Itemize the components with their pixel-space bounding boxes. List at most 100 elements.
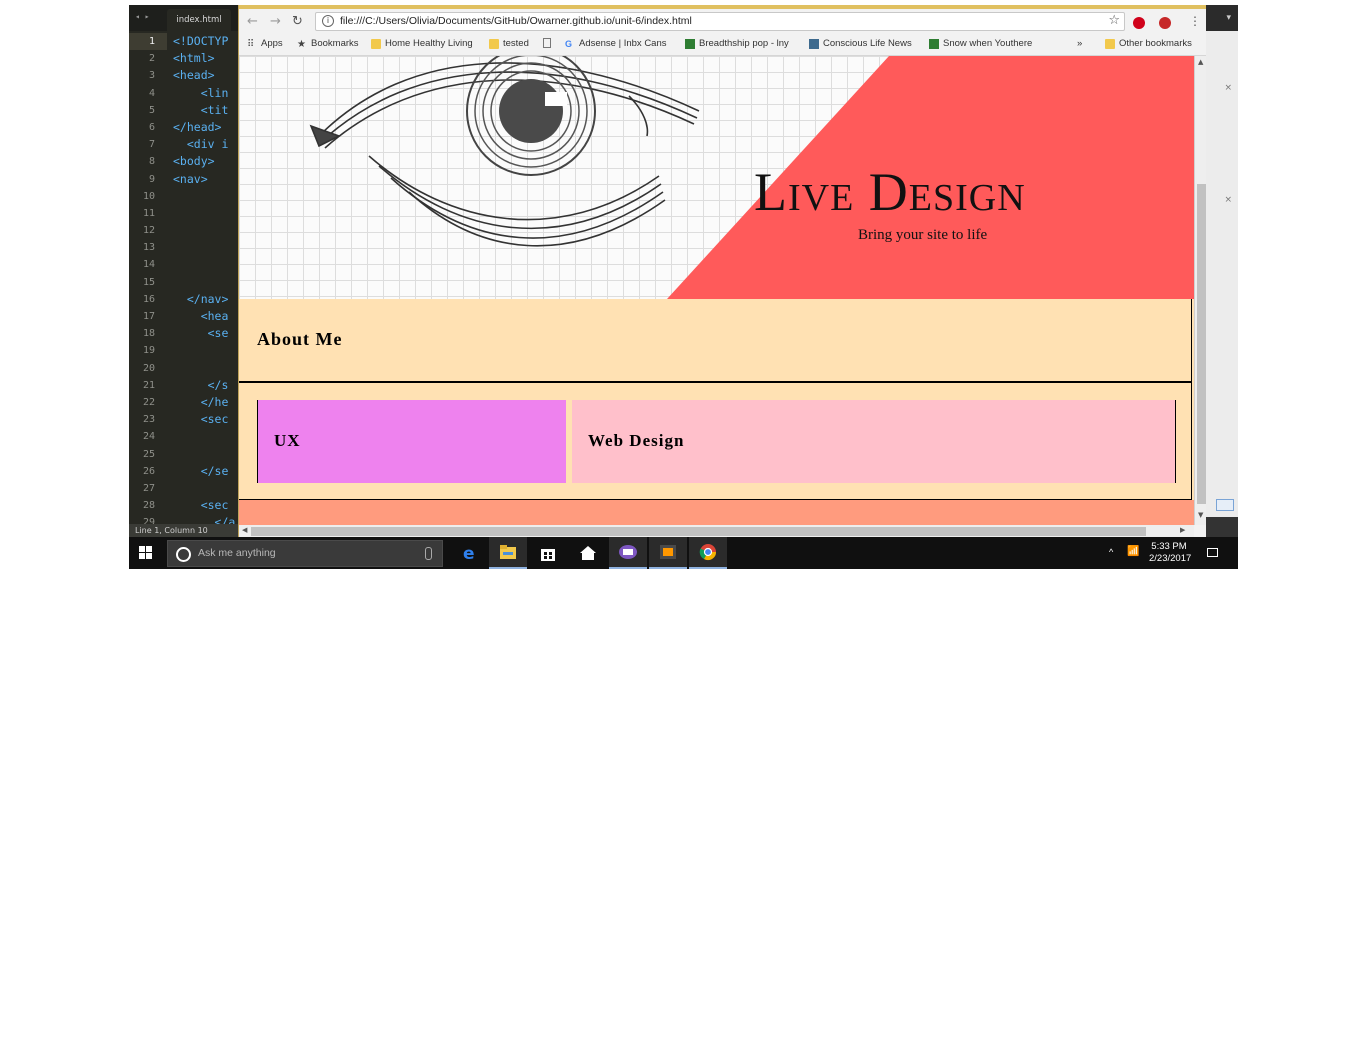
code-line[interactable]: </nav> — [173, 291, 239, 308]
scroll-left-arrow-icon[interactable]: ◀ — [242, 526, 247, 534]
bookmark-star-icon[interactable]: ☆ — [1108, 13, 1120, 28]
code-line[interactable]: </se — [173, 463, 239, 480]
image-icon — [809, 38, 819, 49]
code-line[interactable]: <html> — [173, 50, 239, 67]
code-line[interactable]: <lin — [173, 85, 239, 102]
code-line[interactable]: </he — [173, 394, 239, 411]
code-line[interactable]: </s — [173, 377, 239, 394]
bookmark-item[interactable]: ⠿ Apps — [247, 38, 283, 50]
code-line[interactable]: <div i — [173, 136, 239, 153]
code-line[interactable] — [173, 188, 239, 205]
line-number: 3 — [148, 70, 155, 82]
line-number: 20 — [142, 362, 155, 374]
bookmark-label: Breadthship pop - lny — [699, 38, 789, 49]
bookmark-item[interactable]: Other bookmarks — [1105, 38, 1192, 49]
home-icon[interactable] — [569, 537, 607, 569]
code-line[interactable] — [173, 274, 239, 291]
reload-icon[interactable]: ↻ — [292, 14, 303, 29]
code-line[interactable]: <head> — [173, 67, 239, 84]
code-line[interactable] — [173, 446, 239, 463]
tab-scroll-arrows[interactable]: ◂ ▸ — [135, 12, 149, 21]
line-number: 12 — [142, 225, 155, 237]
line-number: 27 — [142, 482, 155, 494]
bookmark-item[interactable]: tested — [489, 38, 529, 49]
code-line[interactable]: <sec — [173, 497, 239, 514]
network-icon[interactable]: 📶 — [1127, 546, 1139, 557]
code-line[interactable] — [173, 256, 239, 273]
file-explorer-icon[interactable] — [489, 537, 527, 569]
scroll-up-arrow-icon[interactable]: ▲ — [1198, 58, 1203, 66]
windows-start-icon[interactable] — [139, 546, 153, 560]
bookmark-label: Snow when Youthere — [943, 38, 1033, 49]
scroll-right-arrow-icon[interactable]: ▶ — [1180, 526, 1185, 534]
cortana-icon — [176, 547, 191, 562]
taskbar-clock[interactable]: 5:33 PM 2/23/2017 — [1149, 541, 1192, 565]
code-editor: ◂ ▸ index.html 1 2 3 4 5 6 7 8 9 10 11 12 13 14 15 16 17… — [129, 5, 239, 537]
folder-icon — [1105, 38, 1115, 49]
code-line[interactable] — [173, 428, 239, 445]
bookmark-item[interactable]: » — [1077, 38, 1082, 49]
panel-dropdown-icon[interactable]: ▾ — [1206, 5, 1238, 31]
code-line[interactable]: <body> — [173, 153, 239, 170]
opera-extension-icon[interactable] — [1133, 17, 1145, 29]
sublime-text-icon[interactable] — [649, 537, 687, 569]
code-area[interactable]: <!DOCTYP <html> <head> <lin <tit </head> <d… — [173, 33, 239, 531]
code-line[interactable]: <se — [173, 325, 239, 342]
code-line[interactable]: <tit — [173, 102, 239, 119]
edge-icon[interactable]: e — [451, 537, 489, 569]
code-line[interactable]: <!DOCTYP — [173, 33, 239, 50]
address-bar[interactable]: i file:///C:/Users/Olivia/Documents/GitH… — [315, 12, 1125, 31]
clock-date: 2/23/2017 — [1149, 553, 1192, 564]
bookmark-item[interactable]: Home Healthy Living — [371, 38, 473, 49]
cortana-search-box[interactable]: Ask me anything — [167, 540, 443, 567]
vertical-scroll-thumb[interactable] — [1197, 184, 1206, 504]
microphone-icon[interactable] — [425, 547, 432, 560]
editor-tab-bar: ◂ ▸ index.html — [129, 5, 239, 31]
bookmark-label: tested — [503, 38, 529, 49]
code-line[interactable] — [173, 360, 239, 377]
bookmark-label: Apps — [261, 38, 283, 49]
browser-menu-icon[interactable]: ⋮ — [1189, 14, 1201, 28]
bookmark-item[interactable]: G Adsense | Inbx Cans — [565, 38, 667, 49]
horizontal-scroll-thumb[interactable] — [251, 527, 1146, 536]
code-line[interactable] — [173, 342, 239, 359]
tray-chevron-icon[interactable]: ^ — [1109, 547, 1113, 557]
red-diagonal-accent — [667, 56, 1194, 299]
back-arrow-icon[interactable]: ← — [247, 14, 258, 29]
code-line[interactable] — [173, 222, 239, 239]
adblock-extension-icon[interactable] — [1159, 17, 1171, 29]
bookmark-item[interactable]: Breadthship pop - lny — [685, 38, 789, 49]
close-icon[interactable]: × — [1224, 83, 1232, 93]
code-line[interactable]: <nav> — [173, 171, 239, 188]
code-line[interactable]: <hea — [173, 308, 239, 325]
hero-title: Live Design — [754, 162, 1026, 222]
forward-arrow-icon[interactable]: → — [270, 14, 281, 29]
line-number: 28 — [142, 500, 155, 512]
green-square-icon — [929, 38, 939, 49]
line-number: 9 — [148, 173, 155, 185]
code-line[interactable] — [173, 480, 239, 497]
editor-tab-index-html[interactable]: index.html — [167, 9, 231, 31]
line-number: 1 — [129, 33, 167, 51]
google-icon: G — [565, 38, 573, 49]
layout-grid-icon[interactable] — [1216, 499, 1234, 511]
chrome-icon[interactable] — [689, 537, 727, 569]
code-line[interactable]: </head> — [173, 119, 239, 136]
code-line[interactable]: <sec — [173, 411, 239, 428]
code-line[interactable] — [173, 205, 239, 222]
page-info-icon[interactable]: i — [322, 15, 334, 27]
line-number: 16 — [142, 293, 155, 305]
close-icon[interactable]: × — [1224, 195, 1232, 205]
action-center-icon[interactable] — [1207, 548, 1218, 557]
hero-banner: Live Design Bring your site to life — [239, 56, 1194, 299]
store-icon[interactable] — [529, 537, 567, 569]
bookmark-item[interactable]: Snow when Youthere — [929, 38, 1032, 49]
line-number: 21 — [142, 379, 155, 391]
url-text[interactable]: file:///C:/Users/Olivia/Documents/GitHub… — [340, 15, 692, 27]
visual-studio-icon[interactable] — [609, 537, 647, 569]
bookmark-item[interactable] — [543, 38, 555, 48]
bookmark-item[interactable]: Conscious Life News — [809, 38, 912, 49]
bookmark-item[interactable]: ★ Bookmarks — [297, 38, 359, 50]
code-line[interactable] — [173, 239, 239, 256]
scroll-down-arrow-icon[interactable]: ▼ — [1198, 511, 1203, 519]
